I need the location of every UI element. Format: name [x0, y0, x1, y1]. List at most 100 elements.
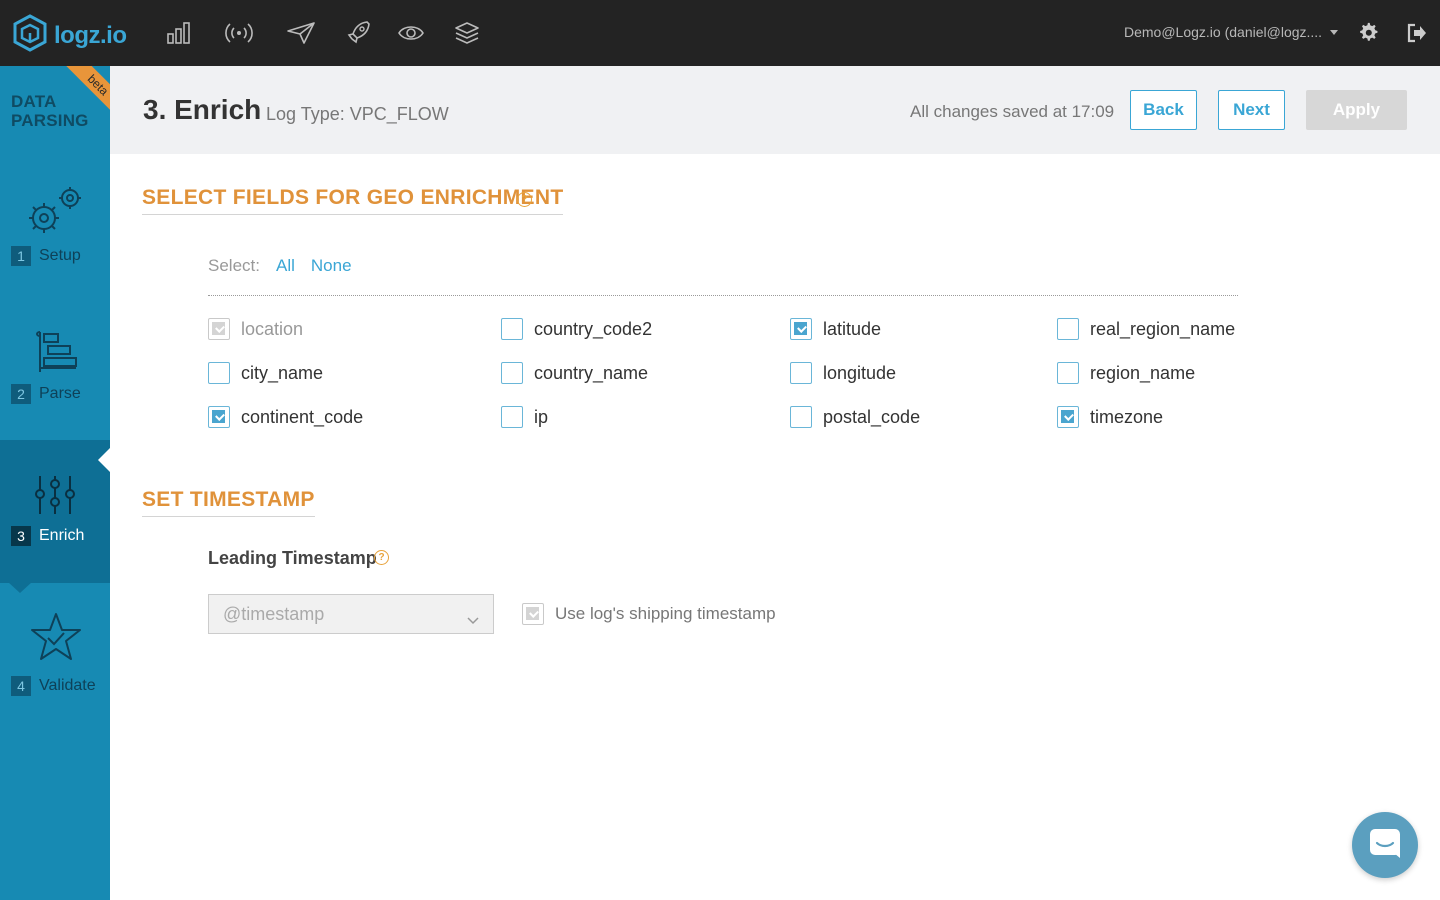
field-latitude[interactable]: latitude — [790, 318, 881, 340]
help-icon[interactable]: ? — [374, 550, 389, 565]
gears-icon — [24, 184, 88, 241]
top-bar: logz.io Demo@Logz.io (daniel@logz.... — [0, 0, 1440, 66]
step-setup-label: 1 Setup — [11, 246, 81, 266]
star-check-icon — [30, 612, 82, 667]
save-status: All changes saved at 17:09 — [910, 102, 1115, 121]
field-country-code2[interactable]: country_code2 — [501, 318, 652, 340]
checkbox[interactable] — [208, 362, 230, 384]
logo-cube-icon — [12, 14, 48, 57]
step-enrich-label: 3 Enrich — [11, 526, 84, 546]
checkbox[interactable] — [501, 406, 523, 428]
logo-text: logz.io — [54, 21, 127, 49]
field-city-name[interactable]: city_name — [208, 362, 323, 384]
field-label: region_name — [1090, 362, 1196, 383]
chevron-down-icon — [1330, 29, 1339, 35]
use-shipping-timestamp-checkbox[interactable]: Use log's shipping timestamp — [522, 603, 776, 625]
step-label: Enrich — [39, 527, 85, 544]
use-shipping-timestamp-label: Use log's shipping timestamp — [555, 604, 776, 623]
checkbox[interactable] — [501, 362, 523, 384]
field-longitude[interactable]: longitude — [790, 362, 896, 384]
field-label: country_code2 — [534, 318, 653, 339]
step-label: Validate — [39, 677, 96, 694]
checkbox[interactable] — [790, 318, 812, 340]
chat-icon — [1368, 827, 1402, 864]
logout-icon[interactable] — [1406, 22, 1428, 49]
step-number: 4 — [11, 676, 31, 696]
step-label: Setup — [39, 247, 81, 264]
next-button[interactable]: Next — [1218, 90, 1285, 130]
step-setup[interactable]: 1 Setup — [0, 170, 110, 300]
checkbox[interactable] — [790, 362, 812, 384]
checkbox[interactable] — [208, 406, 230, 428]
back-button[interactable]: Back — [1130, 90, 1197, 130]
chat-launcher-button[interactable] — [1352, 812, 1418, 878]
user-menu[interactable]: Demo@Logz.io (daniel@logz.... — [1124, 24, 1339, 40]
step-number: 1 — [11, 246, 31, 266]
field-timezone[interactable]: timezone — [1057, 406, 1163, 428]
checkbox[interactable] — [790, 406, 812, 428]
field-label: ip — [534, 406, 549, 427]
send-icon[interactable] — [286, 18, 316, 48]
timestamp-select[interactable]: @timestamp — [208, 594, 494, 634]
leading-timestamp-label: Leading Timestamp — [208, 548, 377, 568]
select-label: Select: — [208, 256, 260, 275]
active-step-pointer — [8, 582, 32, 593]
field-country-name[interactable]: country_name — [501, 362, 648, 384]
step-number: 3 — [11, 526, 31, 546]
step-label: Parse — [39, 385, 81, 402]
gear-icon[interactable] — [1358, 22, 1380, 49]
checkbox[interactable] — [501, 318, 523, 340]
field-label: real_region_name — [1090, 318, 1236, 339]
wizard-sidebar: DATA PARSING beta 1 Setup 2 Parse 3 Enri… — [0, 66, 110, 900]
field-label: country_name — [534, 362, 649, 383]
checkbox[interactable] — [522, 603, 544, 625]
logo[interactable]: logz.io — [12, 14, 127, 57]
apply-button[interactable]: Apply — [1306, 90, 1407, 130]
set-timestamp-heading: SET TIMESTAMP — [142, 488, 315, 517]
active-step-indicator — [98, 448, 110, 472]
field-continent-code[interactable]: continent_code — [208, 406, 363, 428]
step-parse[interactable]: 2 Parse — [0, 316, 110, 436]
step-number: 2 — [11, 384, 31, 404]
sliders-icon — [34, 474, 78, 521]
field-postal-code[interactable]: postal_code — [790, 406, 920, 428]
bar-chart-icon[interactable] — [164, 18, 194, 48]
eye-icon[interactable] — [396, 18, 426, 48]
select-row: Select: All None — [208, 256, 352, 276]
log-type: Log Type: VPC_FLOW — [266, 104, 449, 124]
field-location[interactable]: location — [208, 318, 303, 340]
field-label: longitude — [823, 362, 897, 383]
field-label: latitude — [823, 318, 882, 339]
step-validate[interactable]: 4 Validate — [0, 596, 110, 706]
field-real-region-name[interactable]: real_region_name — [1057, 318, 1235, 340]
step-validate-label: 4 Validate — [11, 676, 96, 696]
help-icon[interactable]: ? — [517, 192, 532, 207]
divider — [208, 295, 1238, 296]
user-name: Demo@Logz.io (daniel@logz.... — [1124, 24, 1323, 40]
parse-tree-icon — [32, 330, 80, 379]
rocket-icon[interactable] — [344, 18, 374, 48]
checkbox[interactable] — [1057, 318, 1079, 340]
field-ip[interactable]: ip — [501, 406, 548, 428]
sidebar-brand: DATA PARSING — [11, 92, 89, 130]
timestamp-select-value: @timestamp — [223, 603, 325, 624]
brand-line-2: PARSING — [11, 111, 89, 130]
field-label: location — [241, 318, 304, 339]
checkbox[interactable] — [1057, 362, 1079, 384]
field-region-name[interactable]: region_name — [1057, 362, 1195, 384]
select-all-link[interactable]: All — [276, 256, 295, 276]
checkbox[interactable] — [208, 318, 230, 340]
step-header: 3. Enrich Log Type: VPC_FLOW All changes… — [110, 66, 1440, 154]
field-label: timezone — [1090, 406, 1164, 427]
field-label: continent_code — [241, 406, 364, 427]
layers-icon[interactable] — [452, 18, 482, 48]
select-none-link[interactable]: None — [311, 256, 352, 276]
step-enrich[interactable]: 3 Enrich — [0, 440, 110, 583]
checkbox[interactable] — [1057, 406, 1079, 428]
step-parse-label: 2 Parse — [11, 384, 81, 404]
geo-enrichment-heading: SELECT FIELDS FOR GEO ENRICHMENT — [142, 186, 564, 215]
page-title: 3. Enrich — [143, 94, 262, 125]
signal-icon[interactable] — [224, 18, 254, 48]
brand-line-1: DATA — [11, 92, 57, 111]
field-label: city_name — [241, 362, 324, 383]
